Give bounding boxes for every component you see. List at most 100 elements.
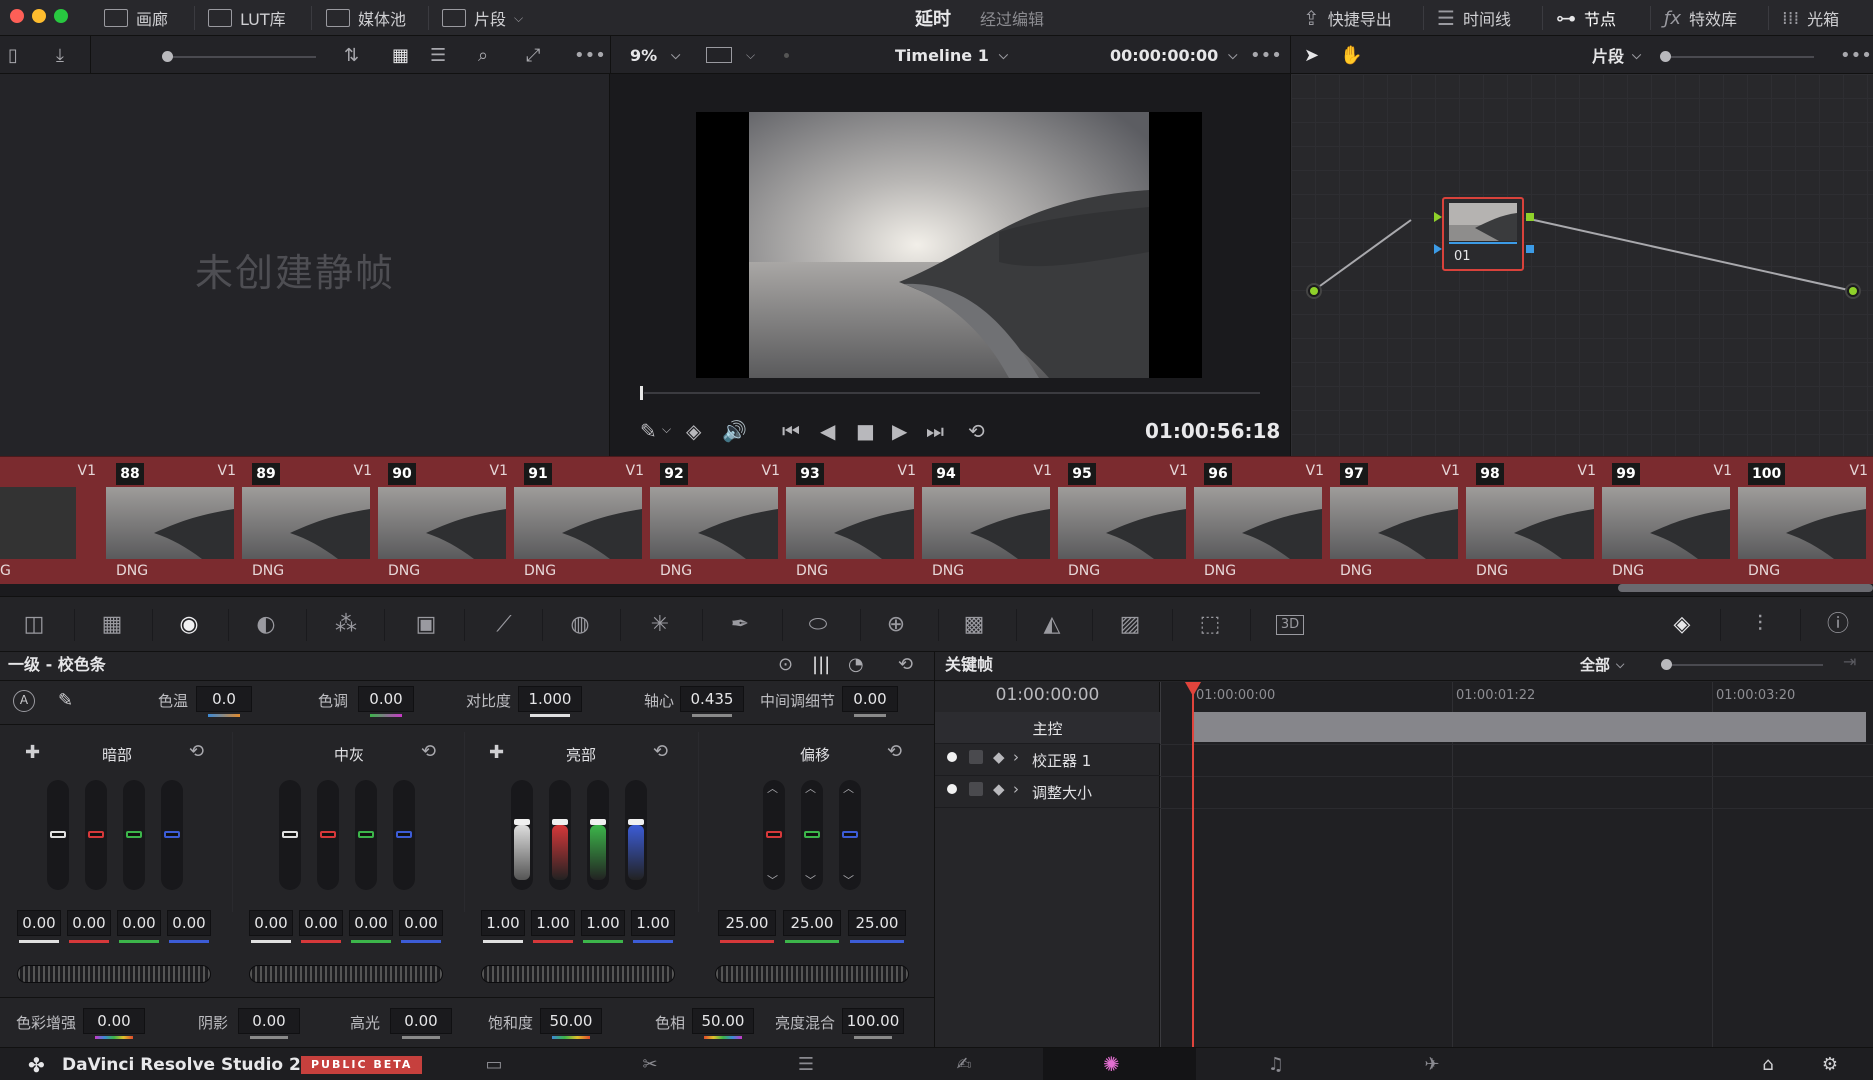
channel-slider[interactable]: ︿ ﹀ [801,780,823,890]
channel-value-field[interactable]: 25.00 [848,910,906,936]
reset-icon[interactable]: ⟲ [189,741,204,762]
minimize-window-button[interactable] [32,9,46,23]
slider-knob[interactable] [320,831,336,838]
volume-icon[interactable]: 🔊 [722,419,747,443]
more-options-icon[interactable]: ••• [574,36,606,74]
master-jog-wheel[interactable] [715,965,909,983]
gallery-zoom-slider[interactable] [162,51,316,62]
keyframe-playhead[interactable] [1192,682,1194,1047]
channel-slider[interactable] [279,780,301,890]
bars-mode-icon[interactable]: ||| [812,654,830,675]
clip-thumbnail[interactable]: 100 V1 DNG [1736,457,1872,585]
keyframe-filter-dropdown[interactable]: 全部 ⌵ [1580,654,1624,675]
node-mode-dropdown[interactable]: 片段 ⌵ [1592,36,1641,74]
deliver-page-icon[interactable]: ✈ [1412,1048,1452,1080]
channel-slider[interactable]: ︿ ﹀ [763,780,785,890]
param-value-field[interactable]: 1.000 [518,686,582,712]
chevron-up-icon[interactable]: ︿ [805,780,816,796]
keyframe-timeline[interactable]: 01:00:00:00 01:00:01:22 01:00:03:20 [1160,682,1873,1047]
media-page-icon[interactable]: ▭ [474,1048,514,1080]
channel-slider[interactable]: ︿ ﹀ [839,780,861,890]
node-options-icon[interactable]: ••• [1840,36,1872,74]
slider-knob[interactable] [590,819,606,825]
master-jog-wheel[interactable] [17,965,211,983]
node-rgb-input[interactable] [1434,212,1442,222]
slider-knob[interactable] [396,831,412,838]
gallery-button[interactable]: 画廊 [104,0,168,36]
search-icon[interactable]: ⌕ [478,36,488,74]
chevron-down-icon[interactable]: ﹀ [767,872,778,888]
chevron-down-icon[interactable]: ﹀ [843,872,854,888]
eyedropper-icon[interactable]: ✒ [726,611,754,639]
node-alpha-input[interactable] [1434,244,1442,254]
channel-value-field[interactable]: 0.00 [399,910,443,936]
clip-thumbnail[interactable]: 96 V1 DNG [1192,457,1328,585]
master-jog-wheel[interactable] [481,965,675,983]
chevron-up-icon[interactable]: ︿ [767,780,778,796]
channel-slider[interactable] [47,780,69,890]
stereo-3d-icon[interactable]: 3D [1276,615,1304,635]
param-value-field[interactable]: 0.0 [196,686,252,712]
motion-effects-icon[interactable]: ▣ [412,611,440,639]
timeline-dropdown[interactable]: Timeline 1 ⌵ [895,36,1008,74]
wheels-mode-icon[interactable]: ⊙ [778,654,793,675]
list-view-icon[interactable]: ☰ [430,36,446,74]
pointer-tool-icon[interactable]: ➤ [1304,36,1319,74]
key-icon[interactable]: ▨ [1116,611,1144,639]
camera-raw-icon[interactable]: ◫ [20,611,48,639]
crosshair-picker-icon[interactable]: ✚ [25,742,40,763]
viewer-scrubber[interactable] [644,392,1260,394]
quick-export-button[interactable]: ⇪ 快捷导出 [1303,0,1392,36]
sort-icon[interactable]: ⇅ [344,36,359,74]
node-alpha-output[interactable] [1526,245,1534,253]
info-icon[interactable]: ⓘ [1824,611,1852,639]
lut-button[interactable]: LUT库 [208,0,286,36]
rgb-mixer-icon[interactable]: ⁂ [332,611,360,639]
node-rgb-output[interactable] [1526,213,1534,221]
param-value-field[interactable]: 50.00 [692,1008,754,1034]
param-value-field[interactable]: 0.435 [680,686,744,712]
play-reverse-icon[interactable]: ◀ [820,419,835,443]
param-value-field[interactable]: 0.00 [83,1008,145,1034]
skip-to-end-icon[interactable]: ⏭ [926,419,944,443]
qualifier-icon[interactable]: ✳ [646,611,674,639]
master-jog-wheel[interactable] [249,965,443,983]
close-window-button[interactable] [10,9,24,23]
clip-thumbnail[interactable]: 98 V1 DNG [1464,457,1600,585]
timeline-button[interactable]: ☰ 时间线 [1437,0,1511,36]
channel-slider[interactable] [85,780,107,890]
slider-knob[interactable] [766,831,782,838]
color-page-tab[interactable]: ✺ [1043,1048,1196,1080]
slider-knob[interactable] [842,831,858,838]
zoom-window-button[interactable] [54,9,68,23]
slider-knob[interactable] [50,831,66,838]
channel-value-field[interactable]: 0.00 [299,910,343,936]
log-mode-icon[interactable]: ◔ [848,654,864,675]
lock-icon[interactable] [969,782,983,796]
play-icon[interactable]: ▶ [892,419,907,443]
home-icon[interactable]: ⌂ [1748,1048,1788,1080]
primary-wheels-icon[interactable]: ◉ [175,611,203,639]
fusion-page-icon[interactable]: ✍ [944,1048,984,1080]
color-warper-icon[interactable]: ◍ [566,611,594,639]
reset-icon[interactable]: ⟲ [421,741,436,762]
slider-knob[interactable] [628,819,644,825]
channel-slider[interactable] [317,780,339,890]
window-icon[interactable]: ⬭ [804,611,832,639]
corrector-node[interactable]: 01 [1434,197,1534,271]
hdr-wheels-icon[interactable]: ◐ [252,611,280,639]
chevron-right-icon[interactable]: › [1013,780,1019,798]
filmstrip-scrollbar[interactable] [1618,584,1873,592]
slider-knob[interactable] [1660,51,1671,62]
param-value-field[interactable]: 100.00 [842,1008,904,1034]
white-balance-picker-icon[interactable]: ✎ [58,690,73,711]
chevron-down-icon[interactable]: ⌵ [662,422,671,437]
slider-knob[interactable] [514,819,530,825]
slider-knob[interactable] [126,831,142,838]
clip-thumbnail[interactable]: 95 V1 DNG [1056,457,1192,585]
channel-value-field[interactable]: 0.00 [249,910,293,936]
loop-icon[interactable]: ⟲ [968,419,985,443]
slider-knob[interactable] [164,831,180,838]
fullscreen-icon[interactable]: ⤢ [526,36,540,74]
chevron-up-icon[interactable]: ︿ [843,780,854,796]
